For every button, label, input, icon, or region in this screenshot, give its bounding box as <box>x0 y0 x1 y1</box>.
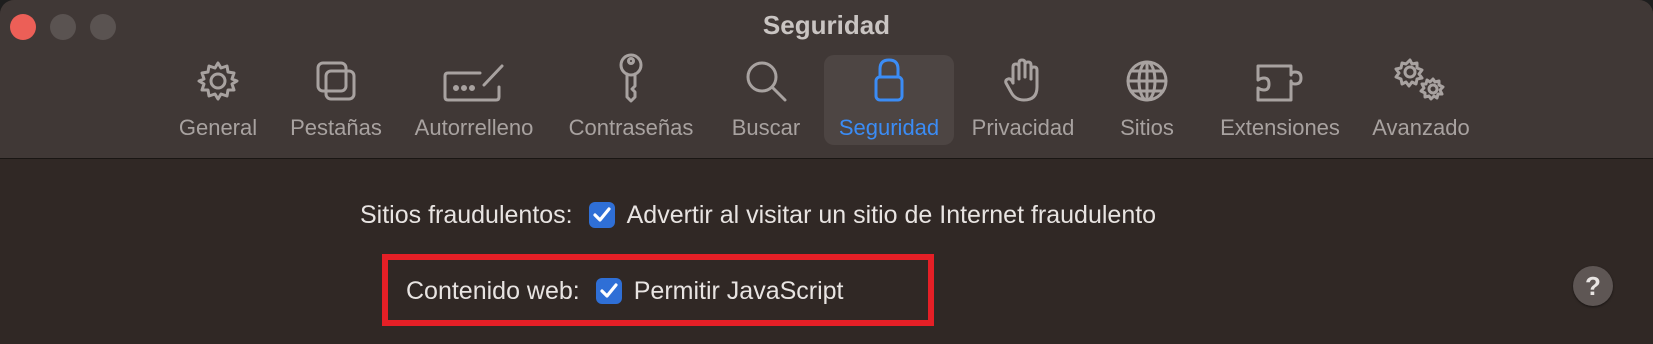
gear-icon <box>196 55 240 103</box>
fraud-sites-row: Sitios fraudulentos: Advertir al visitar… <box>360 200 1156 230</box>
tab-label: Contraseñas <box>568 115 694 140</box>
tabs-icon <box>314 55 358 103</box>
tab-buscar[interactable]: Buscar <box>724 55 808 145</box>
tab-label: Avanzado <box>1372 115 1470 140</box>
tab-label: Pestañas <box>290 115 382 140</box>
fraud-sites-label: Sitios fraudulentos: <box>360 200 573 229</box>
preferences-window: Seguridad General Pestañas Autorrelleno … <box>0 0 1653 344</box>
puzzle-icon <box>1255 55 1305 103</box>
magnifier-icon <box>744 55 788 103</box>
tab-label: Privacidad <box>971 115 1075 140</box>
tab-pestanas[interactable]: Pestañas <box>284 55 388 145</box>
tab-avanzado[interactable]: Avanzado <box>1368 55 1474 145</box>
tab-label: General <box>178 115 258 140</box>
tab-autorrelleno[interactable]: Autorrelleno <box>406 55 542 145</box>
help-button[interactable]: ? <box>1573 266 1613 306</box>
autofill-icon <box>442 55 506 103</box>
tab-privacidad[interactable]: Privacidad <box>966 55 1080 145</box>
tab-seguridad[interactable]: Seguridad <box>824 55 954 145</box>
tab-extensiones[interactable]: Extensiones <box>1212 55 1348 145</box>
tab-label: Seguridad <box>838 115 940 140</box>
window-title: Seguridad <box>762 10 891 40</box>
hand-icon <box>1003 55 1043 103</box>
preferences-toolbar: General Pestañas Autorrelleno Contraseña… <box>0 53 1653 145</box>
title-bar: Seguridad General Pestañas Autorrelleno … <box>0 0 1653 159</box>
lock-icon <box>873 55 905 103</box>
tab-label: Autorrelleno <box>414 115 534 140</box>
gears-icon <box>1393 55 1449 103</box>
checkmark-icon <box>593 207 611 222</box>
annotation-highlight-box <box>382 254 934 326</box>
tab-contrasenas[interactable]: Contraseñas <box>562 53 700 145</box>
tab-general[interactable]: General <box>172 55 264 145</box>
key-icon <box>614 53 648 103</box>
tab-sitios[interactable]: Sitios <box>1108 55 1186 145</box>
tab-label: Buscar <box>731 115 801 140</box>
tab-label: Extensiones <box>1220 115 1340 140</box>
fraud-warning-option[interactable]: Advertir al visitar un sitio de Internet… <box>627 201 1156 230</box>
tab-label: Sitios <box>1120 115 1174 140</box>
globe-icon <box>1125 55 1169 103</box>
fraud-warning-checkbox[interactable] <box>588 202 615 228</box>
